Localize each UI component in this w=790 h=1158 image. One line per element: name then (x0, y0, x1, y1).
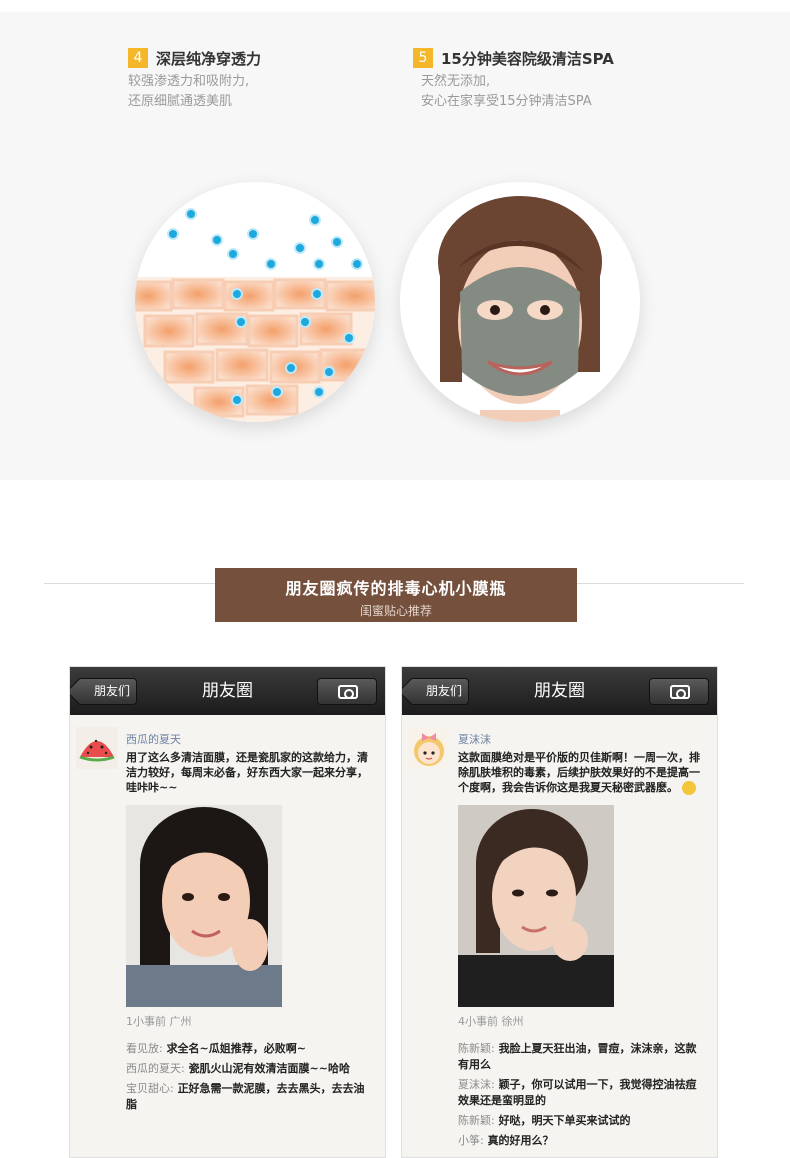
comment-author[interactable]: 夏沫沫: (458, 1078, 495, 1091)
comment-item: 陈新颖: 好哒，明天下单买来试试的 (458, 1113, 699, 1129)
feature-desc-line: 天然无添加, (421, 74, 491, 89)
comment-item: 西瓜的夏天: 瓷肌火山泥有效清洁面膜~~哈哈 (126, 1061, 367, 1077)
post-text: 这款面膜绝对是平价版的贝佳斯啊！一周一次，排除肌肤堆积的毒素，后续护肤效果好的不… (458, 750, 707, 795)
feature-5: 5 15分钟美容院级清洁SPA 天然无添加, 安心在家享受15分钟清洁SPA (413, 48, 614, 112)
feature-description: 较强渗透力和吸附力, 还原细腻通透美肌 (128, 72, 261, 112)
section-banner: 朋友圈疯传的排毒心机小膜瓶 闺蜜贴心推荐 (215, 568, 577, 622)
camera-icon (338, 685, 358, 699)
camera-icon (670, 685, 690, 699)
cartoon-girl-avatar-icon[interactable] (408, 727, 450, 769)
selfie-photo-icon (126, 805, 282, 1007)
back-button-label: 朋友们 (425, 684, 462, 698)
comment-list: 陈新颖: 我脸上夏天狂出油，冒痘，沫沫亲，这款有用么 夏沫沫: 颖子，你可以试用… (458, 1041, 707, 1149)
comment-author[interactable]: 陈新颖: (458, 1114, 495, 1127)
post-text-body: 这款面膜绝对是平价版的贝佳斯啊！一周一次，排除肌肤堆积的毒素，后续护肤效果好的不… (458, 751, 700, 794)
post-photo[interactable] (126, 805, 282, 1007)
comment-author[interactable]: 西瓜的夏天: (126, 1062, 185, 1075)
banner-title: 朋友圈疯传的排毒心机小膜瓶 (285, 579, 507, 598)
banner-subtitle: 闺蜜贴心推荐 (359, 604, 432, 618)
comment-item: 夏沫沫: 颖子，你可以试用一下，我觉得控油祛痘效果还是蛮明显的 (458, 1077, 699, 1109)
thinking-emoji-icon (681, 781, 696, 795)
comment-text: 求全名~瓜姐推荐，必败啊~ (166, 1042, 306, 1055)
camera-button[interactable] (649, 678, 709, 705)
comment-item: 宝贝甜心: 正好急需一款泥膜，去去黑头，去去油脂 (126, 1081, 367, 1113)
back-button[interactable]: 朋友们 (409, 678, 469, 705)
moments-card-1: 朋友圈 朋友们 西瓜的夏天 用了这么多清洁面膜，还是瓷肌家的这款给力，清洁力较好… (69, 666, 386, 1158)
feature-4: 4 深层纯净穿透力 较强渗透力和吸附力, 还原细腻通透美肌 (128, 48, 261, 112)
post-text: 用了这么多清洁面膜，还是瓷肌家的这款给力，清洁力较好，每周末必备，好东西大家一起… (126, 751, 368, 794)
features-section: 4 深层纯净穿透力 较强渗透力和吸附力, 还原细腻通透美肌 5 15分钟美容院级… (0, 12, 790, 480)
poster-name[interactable]: 夏沫沫 (458, 731, 707, 747)
post-meta: 1小事前 广州 (126, 1015, 192, 1028)
poster-name[interactable]: 西瓜的夏天 (126, 731, 375, 747)
feature-number-badge: 4 (128, 48, 148, 68)
post: 西瓜的夏天 用了这么多清洁面膜，还是瓷肌家的这款给力，清洁力较好，每周末必备，好… (70, 715, 385, 1113)
comment-author[interactable]: 陈新颖: (458, 1042, 495, 1055)
comment-item: 看见放: 求全名~瓜姐推荐，必败啊~ (126, 1041, 367, 1057)
navbar: 朋友圈 朋友们 (402, 667, 717, 715)
watermelon-avatar-icon[interactable] (76, 727, 118, 769)
comment-text: 好哒，明天下单买来试试的 (498, 1114, 631, 1127)
comment-item: 陈新颖: 我脸上夏天狂出油，冒痘，沫沫亲，这款有用么 (458, 1041, 699, 1073)
comment-item: 小筝: 真的好用么？ (458, 1133, 699, 1149)
back-button[interactable]: 朋友们 (77, 678, 137, 705)
comment-author[interactable]: 宝贝甜心: (126, 1082, 174, 1095)
post-photo[interactable] (458, 805, 614, 1007)
comment-list: 看见放: 求全名~瓜姐推荐，必败啊~ 西瓜的夏天: 瓷肌火山泥有效清洁面膜~~哈… (126, 1041, 375, 1113)
skin-penetration-illustration (135, 182, 375, 422)
comment-text: 瓷肌火山泥有效清洁面膜~~哈哈 (188, 1062, 350, 1075)
post: 夏沫沫 这款面膜绝对是平价版的贝佳斯啊！一周一次，排除肌肤堆积的毒素，后续护肤效… (402, 715, 717, 1149)
feature-description: 天然无添加, 安心在家享受15分钟清洁SPA (413, 72, 614, 112)
camera-button[interactable] (317, 678, 377, 705)
clay-mask-face-illustration (400, 182, 640, 422)
post-meta: 4小事前 徐州 (458, 1015, 524, 1028)
comment-author[interactable]: 看见放: (126, 1042, 163, 1055)
comment-text: 真的好用么？ (487, 1134, 554, 1147)
feature-desc-line: 较强渗透力和吸附力, (128, 74, 250, 89)
moments-card-2: 朋友圈 朋友们 夏沫沫 这款面膜绝对是平价版的贝佳斯啊！一周一次，排除肌肤堆积的… (401, 666, 718, 1158)
back-button-label: 朋友们 (93, 684, 130, 698)
selfie-photo-icon (458, 805, 614, 1007)
feature-number-badge: 5 (413, 48, 433, 68)
navbar: 朋友圈 朋友们 (70, 667, 385, 715)
skin-layer-icon (135, 208, 375, 422)
comment-author[interactable]: 小筝: (458, 1134, 484, 1147)
face-mask-icon (438, 196, 602, 422)
feature-desc-line: 安心在家享受15分钟清洁SPA (421, 94, 592, 109)
feature-title: 15分钟美容院级清洁SPA (441, 49, 614, 68)
feature-title: 深层纯净穿透力 (156, 49, 262, 68)
feature-desc-line: 还原细腻通透美肌 (128, 94, 233, 109)
